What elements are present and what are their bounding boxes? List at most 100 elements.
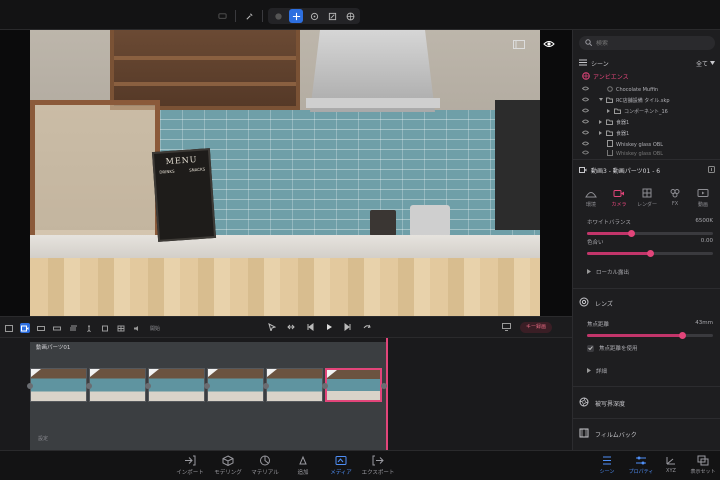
widescreen-icon[interactable]: [52, 323, 62, 333]
tab-camera[interactable]: カメラ: [607, 188, 631, 208]
nav-material[interactable]: マテリアル: [245, 455, 285, 476]
tree-item-ambience[interactable]: アンビエンス: [573, 71, 720, 82]
eye-icon[interactable]: [542, 38, 556, 50]
clip-handle[interactable]: [27, 383, 33, 389]
clip-handle[interactable]: [204, 383, 210, 389]
tree-item[interactable]: Whiskey glass OBL: [573, 139, 720, 150]
lens-section[interactable]: レンズ: [579, 297, 715, 309]
nav-media[interactable]: メディア: [321, 455, 361, 476]
scale-icon[interactable]: [325, 9, 339, 23]
loop-icon[interactable]: [363, 323, 371, 333]
chevron-right-icon[interactable]: [607, 108, 611, 115]
cursor-icon[interactable]: [268, 323, 277, 333]
sound-icon[interactable]: [132, 323, 142, 333]
scene-menu-board: MENU DRINKS SNACKS: [151, 148, 217, 242]
timeline-clip[interactable]: [325, 368, 382, 402]
focal-length-slider[interactable]: [587, 332, 713, 339]
visibility-icon[interactable]: [581, 108, 590, 115]
info-icon[interactable]: [708, 166, 715, 175]
key-record-button[interactable]: キー録画: [520, 322, 553, 333]
scene-filter[interactable]: 全て: [696, 59, 715, 68]
search-input[interactable]: [596, 39, 706, 47]
tree-item[interactable]: RC店舗設備 タイル.skp: [573, 95, 720, 106]
clip-handle[interactable]: [381, 383, 387, 389]
panorama-icon[interactable]: [36, 323, 46, 333]
play-icon[interactable]: [325, 323, 333, 333]
nav-display-set[interactable]: 表示セット: [686, 455, 720, 475]
auto-focal-checkbox[interactable]: [587, 344, 594, 352]
timeline-clip[interactable]: [266, 368, 323, 402]
clip-handle[interactable]: [145, 383, 151, 389]
timeline-clip[interactable]: [207, 368, 264, 402]
visibility-icon[interactable]: [581, 141, 590, 148]
video-icon[interactable]: [20, 323, 30, 333]
monitor-icon[interactable]: [502, 323, 511, 333]
local-exposure-label: ローカル露出: [596, 270, 630, 276]
white-balance-slider[interactable]: [587, 230, 713, 237]
select-icon[interactable]: [271, 9, 285, 23]
slider-thumb[interactable]: [647, 250, 654, 257]
clip-handle[interactable]: [263, 383, 269, 389]
tab-camera-label: カメラ: [611, 202, 627, 208]
nav-modeling[interactable]: モデリング: [208, 455, 248, 476]
timeline-clip[interactable]: [89, 368, 146, 402]
scene-counter-top: [30, 235, 540, 259]
nav-export[interactable]: エクスポート: [358, 455, 398, 476]
tab-video[interactable]: 動画: [691, 188, 715, 208]
playhead[interactable]: [386, 338, 388, 450]
nav-add[interactable]: 追加: [283, 455, 323, 476]
auto-focal-row[interactable]: 焦点距離を使用: [587, 344, 638, 352]
chevron-down-icon[interactable]: [599, 97, 603, 104]
tab-environment[interactable]: 環境: [579, 188, 603, 208]
clip-handle[interactable]: [86, 383, 92, 389]
skip-back-icon[interactable]: [306, 323, 314, 333]
tab-fx[interactable]: FX: [663, 188, 687, 208]
nav-scene[interactable]: シーン: [590, 455, 624, 475]
move-icon[interactable]: [289, 9, 303, 23]
grid-icon[interactable]: [116, 323, 126, 333]
tree-item-label: 食器1: [616, 131, 630, 137]
comment-icon[interactable]: [215, 9, 229, 23]
timeline-clip[interactable]: [148, 368, 205, 402]
slider-thumb[interactable]: [628, 230, 636, 237]
tab-render[interactable]: レンダー: [635, 188, 659, 208]
tree-item[interactable]: Chocolate Muffin: [573, 84, 720, 95]
tree-item[interactable]: コンポーネント_16: [573, 106, 720, 117]
visibility-icon[interactable]: [581, 150, 590, 157]
visibility-icon[interactable]: [581, 97, 590, 104]
nav-properties[interactable]: プロパティ: [624, 455, 658, 475]
clip-handle[interactable]: [322, 383, 328, 389]
visibility-icon[interactable]: [581, 130, 590, 137]
search-box[interactable]: [579, 36, 715, 50]
rotate-icon[interactable]: [307, 9, 321, 23]
visibility-icon[interactable]: [581, 119, 590, 126]
slider-thumb[interactable]: [678, 332, 686, 339]
timeline-clip[interactable]: [30, 368, 87, 402]
skip-forward-icon[interactable]: [344, 323, 352, 333]
image-icon[interactable]: [4, 323, 14, 333]
nav-import-label: インポート: [176, 470, 204, 476]
material-icon: [259, 455, 271, 466]
stack-icon[interactable]: [100, 323, 110, 333]
layers-icon[interactable]: [68, 323, 78, 333]
tint-slider[interactable]: [587, 250, 713, 257]
render-viewport[interactable]: MENU DRINKS SNACKS: [0, 30, 572, 316]
depth-of-field-section[interactable]: 被写界深度: [579, 397, 715, 409]
tree-item[interactable]: 食器1: [573, 128, 720, 139]
globe-icon[interactable]: [343, 9, 357, 23]
tree-item[interactable]: Whiskey glass OBL: [573, 150, 720, 157]
split-icon[interactable]: [287, 323, 295, 333]
details-row[interactable]: 詳細: [587, 367, 607, 375]
nav-import[interactable]: インポート: [170, 455, 210, 476]
nav-xyz[interactable]: XYZ: [654, 455, 688, 474]
tint-control: 色合い 0.00: [587, 238, 713, 257]
chevron-right-icon[interactable]: [599, 119, 603, 126]
chevron-right-icon[interactable]: [599, 130, 603, 137]
local-exposure-row[interactable]: ローカル露出: [587, 268, 629, 276]
tree-item[interactable]: 食器1: [573, 117, 720, 128]
visibility-icon[interactable]: [581, 86, 590, 93]
walk-icon[interactable]: [84, 323, 94, 333]
eyedropper-icon[interactable]: [242, 9, 256, 23]
panel-toggle-icon[interactable]: [512, 38, 526, 50]
film-back-section[interactable]: フィルムバック: [579, 428, 715, 440]
